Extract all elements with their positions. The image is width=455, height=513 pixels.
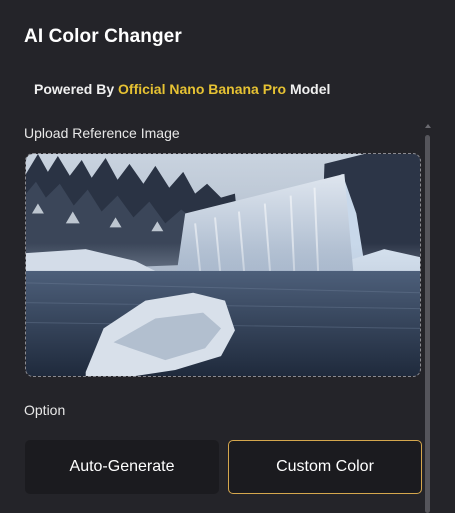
option-label: Option bbox=[24, 402, 66, 418]
scrollbar[interactable] bbox=[424, 124, 431, 513]
reference-image bbox=[26, 154, 420, 376]
scrollbar-thumb[interactable] bbox=[425, 135, 430, 513]
powered-prefix: Powered By bbox=[34, 81, 115, 97]
custom-color-button[interactable]: Custom Color bbox=[228, 440, 422, 494]
upload-label: Upload Reference Image bbox=[24, 125, 180, 141]
model-name-highlight: Official Nano Banana Pro bbox=[118, 81, 287, 97]
powered-suffix: Model bbox=[289, 81, 331, 97]
reference-image-upload[interactable] bbox=[25, 153, 421, 377]
powered-by-text: Powered By Official Nano Banana Pro Mode… bbox=[34, 81, 330, 97]
page-title: AI Color Changer bbox=[24, 26, 182, 47]
auto-generate-button[interactable]: Auto-Generate bbox=[25, 440, 219, 494]
scroll-up-arrow-icon[interactable] bbox=[425, 124, 431, 128]
